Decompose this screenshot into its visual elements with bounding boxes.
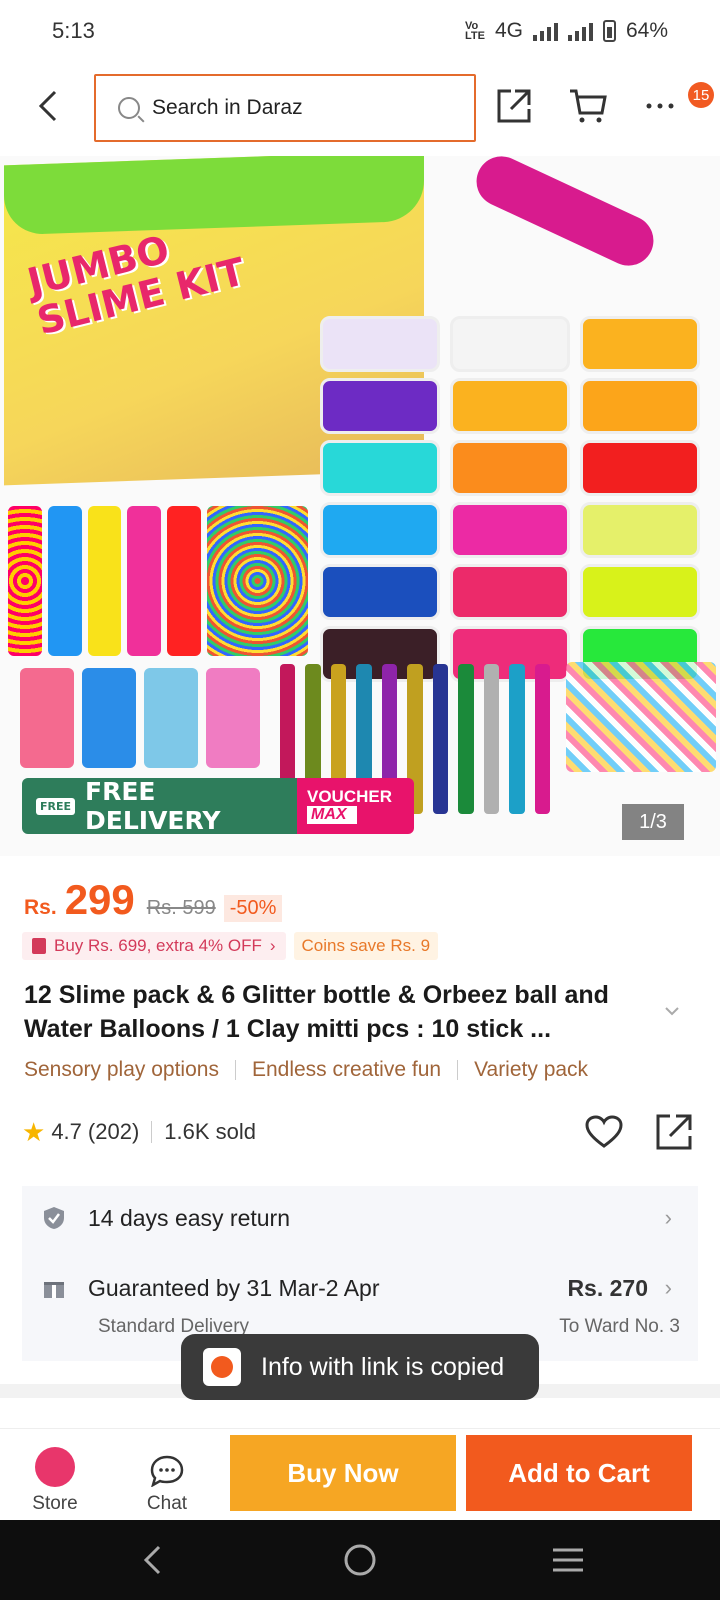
bundle-promo[interactable]: Buy Rs. 699, extra 4% OFF ›: [22, 932, 286, 960]
chevron-left-icon: [38, 90, 57, 122]
discount-badge: -50%: [223, 895, 283, 922]
nav-home-icon: [344, 1544, 376, 1576]
truck-icon: FREE: [36, 797, 76, 815]
star-icon: ★: [22, 1116, 46, 1147]
nav-home-button[interactable]: [340, 1542, 380, 1578]
add-to-cart-button[interactable]: Add to Cart: [466, 1435, 692, 1511]
toast-message: Info with link is copied: [261, 1352, 505, 1381]
store-icon: [35, 1447, 75, 1487]
free-delivery-banner: FREE FREE DELIVERY VOUCHER MAX: [22, 778, 414, 834]
tag-item: Endless creative fun: [251, 1058, 442, 1081]
system-nav-bar: [0, 1520, 720, 1600]
wishlist-button[interactable]: [582, 1112, 626, 1152]
nav-back-button[interactable]: [132, 1542, 172, 1578]
bottom-action-bar: Store Chat Buy Now Add to Cart: [0, 1428, 720, 1520]
slime-stretch-image: [468, 156, 662, 274]
promo-row: Buy Rs. 699, extra 4% OFF › Coins save R…: [22, 932, 439, 960]
chat-label: Chat: [146, 1493, 188, 1514]
more-button[interactable]: [638, 84, 682, 128]
voucher-max-label: MAX: [307, 806, 357, 824]
sold-count: 1.6K sold: [164, 1119, 256, 1144]
top-header: [0, 72, 720, 142]
chat-button[interactable]: Chat: [122, 1435, 212, 1515]
delivery-guarantee-label: Guaranteed by 31 Mar-2 Apr: [88, 1274, 380, 1301]
status-icons: Vo LTE 4G 64%: [465, 19, 668, 43]
feature-tags: Sensory play options Endless creative fu…: [24, 1058, 588, 1082]
search-bar[interactable]: [94, 74, 476, 142]
delivery-guarantee-row[interactable]: Guaranteed by 31 Mar-2 Apr Rs. 270 ›: [22, 1268, 698, 1308]
nav-menu-icon: [553, 1548, 583, 1572]
daraz-app-icon: [203, 1348, 241, 1386]
cart-button[interactable]: [566, 84, 610, 128]
share-icon: [656, 1114, 692, 1150]
cart-count-badge: 15: [688, 82, 714, 108]
network-type: 4G: [494, 19, 523, 42]
search-icon: [118, 97, 140, 119]
share-product-button[interactable]: [654, 1112, 698, 1152]
foam-bags-image: [20, 668, 260, 768]
rating-row[interactable]: ★ 4.7 (202) 1.6K sold: [22, 1112, 702, 1152]
bundle-promo-label: Buy Rs. 699, extra 4% OFF: [54, 936, 262, 955]
buy-now-button[interactable]: Buy Now: [230, 1435, 456, 1511]
more-dots-icon: [646, 103, 674, 109]
status-bar: 5:13 Vo LTE 4G 64%: [0, 0, 720, 62]
chevron-right-icon: ›: [269, 936, 276, 955]
tag-item: Sensory play options: [24, 1058, 219, 1081]
delivery-destination: To Ward No. 3: [559, 1316, 680, 1337]
share-button[interactable]: [492, 84, 536, 128]
store-button[interactable]: Store: [10, 1435, 100, 1515]
voucher-icon: [32, 938, 46, 954]
return-policy-label: 14 days easy return: [88, 1204, 291, 1231]
battery-icon: [602, 20, 616, 42]
store-label: Store: [32, 1493, 78, 1514]
search-input[interactable]: [152, 96, 452, 120]
orbeez-image: [8, 506, 308, 656]
product-title: 12 Slime pack & 6 Glitter bottle & Orbee…: [24, 981, 609, 1043]
chevron-down-icon: [665, 1007, 679, 1016]
chevron-right-icon: ›: [664, 1275, 672, 1300]
expand-title-button[interactable]: [664, 1000, 680, 1021]
review-count: (202): [87, 1119, 140, 1144]
voucher-label: VOUCHER: [307, 787, 393, 806]
return-policy-row[interactable]: 14 days easy return ›: [22, 1198, 698, 1238]
signal-icon: [532, 21, 558, 41]
slime-tubs-image: [320, 316, 710, 688]
coins-promo[interactable]: Coins save Rs. 9: [293, 932, 439, 960]
gift-box-icon: [44, 1282, 64, 1298]
delivery-fee: Rs. 270: [567, 1274, 648, 1301]
currency-label: Rs.: [24, 896, 57, 919]
nav-back-icon: [143, 1545, 161, 1575]
status-time: 5:13: [52, 18, 95, 43]
toast-notification: Info with link is copied: [181, 1334, 539, 1400]
volte-icon: Vo LTE: [464, 20, 485, 42]
battery-level: 64%: [625, 19, 668, 42]
cart-icon: [570, 89, 607, 123]
product-image-carousel[interactable]: JUMBO SLIME KIT FREE FREE DELIVERY VOUCHE…: [0, 156, 720, 856]
share-icon: [497, 89, 531, 123]
image-counter: 1/3: [622, 804, 684, 840]
nav-recents-button[interactable]: [548, 1542, 588, 1578]
free-delivery-label: FREE DELIVERY: [85, 778, 221, 834]
chevron-right-icon: ›: [664, 1205, 672, 1230]
price-row: Rs. 299 Rs. 599 -50%: [24, 876, 283, 924]
rating-value: 4.7: [51, 1119, 82, 1144]
sprinkles-image: [566, 662, 716, 772]
current-price: 299: [64, 876, 135, 923]
original-price: Rs. 599: [146, 897, 216, 919]
chat-icon: [150, 1455, 184, 1487]
back-button[interactable]: [28, 86, 68, 126]
shield-check-icon: [44, 1207, 64, 1229]
signal-2-icon: [567, 21, 593, 41]
tag-item: Variety pack: [474, 1058, 589, 1081]
heart-icon: [585, 1115, 623, 1148]
